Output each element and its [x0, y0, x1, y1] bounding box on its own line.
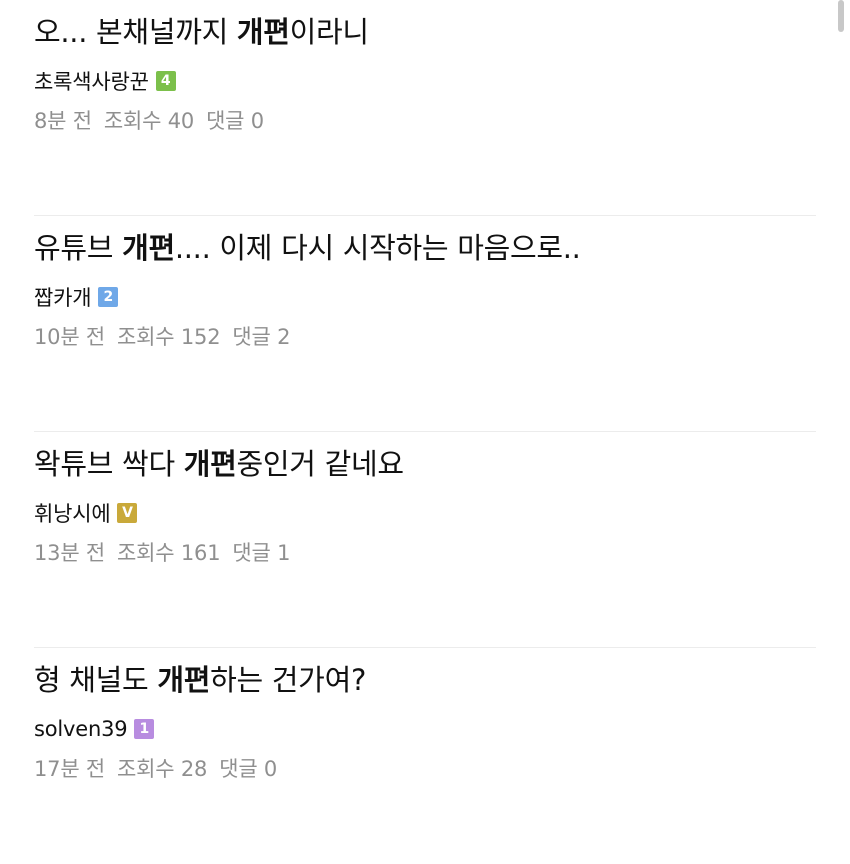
post-item[interactable]: 왁튜브 싹다 개편중인거 같네요 휘낭시에 V 13분 전 조회수 161 댓글 1	[34, 432, 816, 648]
level-badge: 4	[155, 71, 176, 91]
post-item[interactable]: 유튜브 개편.... 이제 다시 시작하는 마음으로.. 짭카개 2 10분 전…	[34, 216, 816, 432]
level-badge: V	[117, 503, 138, 523]
post-title-keyword: 개편	[183, 447, 237, 481]
comment-count: 댓글 0	[206, 109, 264, 133]
post-list: 오... 본채널까지 개편이라니 초록색사랑꾼 4 8분 전 조회수 40 댓글 0…	[34, 0, 816, 864]
post-time: 10분 전	[34, 325, 106, 349]
comment-count: 댓글 0	[219, 757, 278, 781]
author-row: 짭카개 2	[34, 282, 119, 312]
author-name[interactable]: 초록색사랑꾼	[34, 66, 149, 96]
post-title-keyword: 개편	[157, 663, 211, 697]
post-item[interactable]: 오... 본채널까지 개편이라니 초록색사랑꾼 4 8분 전 조회수 40 댓글 0	[34, 0, 816, 216]
post-title-text: 유튜브	[34, 231, 123, 265]
post-item[interactable]: 형 채널도 개편하는 건가여? solven39 1 17분 전 조회수 28 댓글…	[34, 648, 816, 864]
author-row: 휘낭시에 V	[34, 498, 138, 528]
view-count: 조회수 161	[117, 541, 221, 565]
post-title-text: .... 이제 다시 시작하는 마음으로..	[174, 231, 581, 265]
scrollbar-thumb[interactable]	[838, 0, 844, 32]
level-badge: 1	[134, 719, 155, 739]
post-title-text: 형 채널도	[34, 663, 158, 697]
post-title-text: 하는 건가여?	[210, 663, 367, 697]
comment-count: 댓글 1	[232, 541, 291, 565]
post-meta: 8분 전 조회수 40 댓글 0	[34, 106, 264, 136]
view-count: 조회수 40	[103, 109, 195, 133]
view-count: 조회수 28	[117, 757, 208, 781]
post-meta: 10분 전 조회수 152 댓글 2	[34, 322, 290, 352]
post-title-keyword: 개편	[236, 15, 290, 49]
post-title[interactable]: 왁튜브 싹다 개편중인거 같네요	[34, 442, 404, 486]
post-title[interactable]: 형 채널도 개편하는 건가여?	[34, 658, 366, 702]
comment-count: 댓글 2	[232, 325, 291, 349]
post-title-text: 왁튜브 싹다	[34, 447, 184, 481]
author-name[interactable]: 짭카개	[34, 282, 92, 312]
view-count: 조회수 152	[117, 325, 221, 349]
author-name[interactable]: 휘낭시에	[34, 498, 111, 528]
post-title-text: 중인거 같네요	[236, 447, 405, 481]
post-title-text: 이라니	[289, 15, 369, 49]
post-title[interactable]: 유튜브 개편.... 이제 다시 시작하는 마음으로..	[34, 226, 581, 270]
post-meta: 17분 전 조회수 28 댓글 0	[34, 754, 277, 784]
post-title-keyword: 개편	[122, 231, 175, 265]
post-title-text: 오... 본채널까지	[34, 15, 237, 49]
author-row: 초록색사랑꾼 4	[34, 66, 176, 96]
author-name[interactable]: solven39	[34, 717, 128, 741]
post-time: 17분 전	[34, 757, 106, 781]
post-meta: 13분 전 조회수 161 댓글 1	[34, 538, 290, 568]
level-badge: 2	[98, 287, 119, 307]
post-time: 13분 전	[34, 541, 106, 565]
post-title[interactable]: 오... 본채널까지 개편이라니	[34, 10, 369, 54]
post-time: 8분 전	[34, 109, 92, 133]
author-row: solven39 1	[34, 714, 155, 744]
